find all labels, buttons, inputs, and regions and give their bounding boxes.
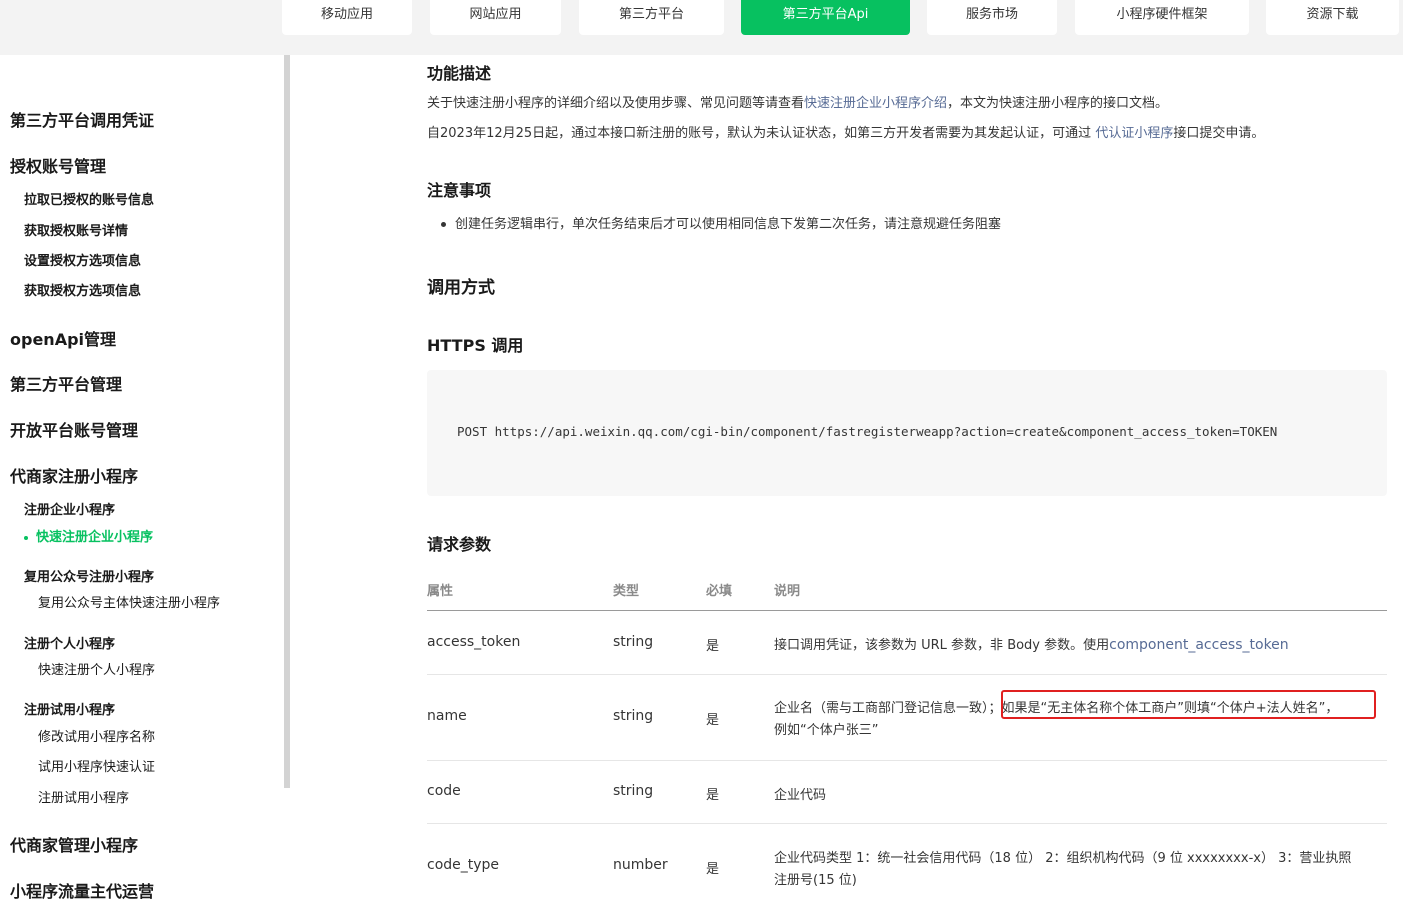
sidebar-item-credentials[interactable]: 第三方平台调用凭证 (10, 107, 154, 131)
tab-website-app[interactable]: 网站应用 (430, 0, 561, 35)
sidebar-item-modify-trial-name[interactable]: 修改试用小程序名称 (38, 726, 155, 745)
sidebar-item-reuse-subject-fast-register[interactable]: 复用公众号主体快速注册小程序 (38, 592, 220, 611)
table-cell-desc: 企业代码 (774, 788, 827, 803)
table-cell-type: string (613, 783, 654, 799)
tab-third-party-platform-api[interactable]: 第三方平台Api (741, 0, 910, 35)
sidebar-item-reuse-official-account[interactable]: 复用公众号注册小程序 (24, 566, 154, 585)
table-header-divider (427, 610, 1387, 611)
table-header-attr: 属性 (427, 584, 454, 599)
table-cell-type: string (613, 708, 654, 724)
table-cell-name: access_token (427, 634, 521, 650)
sidebar-item-traffic-ops[interactable]: 小程序流量主代运营 (10, 878, 154, 902)
table-cell-type: number (613, 857, 668, 873)
table-cell-name: name (427, 708, 467, 724)
sidebar-item-register-personal[interactable]: 注册个人小程序 (24, 633, 115, 652)
description-paragraph-2: 自2023年12月25日起，通过本接口新注册的账号，默认为未认证状态，如第三方开… (427, 122, 1264, 141)
sidebar-item-register-enterprise[interactable]: 注册企业小程序 (24, 499, 115, 518)
sidebar-item-pull-authorized[interactable]: 拉取已授权的账号信息 (24, 189, 154, 208)
sidebar-item-manage-for-merchant[interactable]: 代商家管理小程序 (10, 832, 138, 856)
table-header-type: 类型 (613, 584, 640, 599)
sidebar-item-auth-account-mgmt[interactable]: 授权账号管理 (10, 153, 106, 177)
active-dot-icon (24, 535, 28, 540)
link-component-access-token[interactable]: component_access_token (1109, 637, 1289, 653)
table-cell-name: code_type (427, 857, 500, 873)
text: 接口提交申请。 (1173, 126, 1265, 141)
tab-service-market[interactable]: 服务市场 (927, 0, 1057, 35)
sidebar-item-get-auth-detail[interactable]: 获取授权账号详情 (24, 220, 128, 239)
table-row-divider (427, 760, 1387, 761)
table-cell-required: 是 (706, 713, 720, 728)
description-paragraph-1: 关于快速注册小程序的详细介绍以及使用步骤、常见问题等请查看快速注册企业小程序介绍… (427, 92, 1168, 111)
section-title-https: HTTPS 调用 (427, 336, 524, 355)
table-cell-required: 是 (706, 862, 720, 877)
sidebar-item-register-for-merchant[interactable]: 代商家注册小程序 (10, 463, 138, 487)
table-header-desc: 说明 (774, 584, 801, 599)
highlight-annotation-box (1001, 690, 1376, 719)
table-cell-required: 是 (706, 639, 720, 654)
section-title-params: 请求参数 (427, 535, 492, 554)
sidebar-item-open-account-mgmt[interactable]: 开放平台账号管理 (10, 417, 138, 441)
sidebar-item-get-auth-option[interactable]: 获取授权方选项信息 (24, 280, 141, 299)
sidebar-item-platform-mgmt[interactable]: 第三方平台管理 (10, 371, 122, 395)
sidebar-item-fast-register-enterprise[interactable]: 快速注册企业小程序 (24, 526, 153, 545)
sidebar-scrollbar[interactable] (284, 55, 290, 788)
note-text: 创建任务逻辑串行，单次任务结束后才可以使用相同信息下发第二次任务，请注意规避任务… (455, 217, 1002, 232)
table-cell-name: code (427, 783, 461, 799)
sidebar-item-register-trial-sub[interactable]: 注册试用小程序 (38, 787, 129, 806)
link-proxy-verify[interactable]: 代认证小程序 (1095, 126, 1173, 141)
bullet-icon (441, 222, 446, 227)
tab-miniprogram-hardware[interactable]: 小程序硬件框架 (1075, 0, 1249, 35)
section-title-description: 功能描述 (427, 64, 492, 83)
sidebar-item-openapi-mgmt[interactable]: openApi管理 (10, 326, 116, 350)
sidebar-item-set-auth-option[interactable]: 设置授权方选项信息 (24, 250, 141, 269)
sidebar-item-fast-register-personal[interactable]: 快速注册个人小程序 (38, 659, 155, 678)
table-cell-desc: 企业代码类型 1：统一社会信用代码（18 位） 2：组织机构代码（9 位 xxx… (774, 851, 1352, 866)
tab-mobile-app[interactable]: 移动应用 (282, 0, 412, 35)
text: 自2023年12月25日起，通过本接口新注册的账号，默认为未认证状态，如第三方开… (427, 126, 1096, 141)
section-title-call-method: 调用方式 (427, 278, 495, 298)
table-cell-desc: 接口调用凭证，该参数为 URL 参数，非 Body 参数。使用component… (774, 634, 1289, 653)
sidebar-item-trial-fast-verify[interactable]: 试用小程序快速认证 (38, 756, 155, 775)
table-cell-required: 是 (706, 788, 720, 803)
table-row-divider (427, 823, 1387, 824)
link-fast-register-intro[interactable]: 快速注册企业小程序介绍 (804, 96, 947, 111)
code-text[interactable]: POST https://api.weixin.qq.com/cgi-bin/c… (457, 424, 1277, 439)
sidebar-item-label: 快速注册企业小程序 (36, 530, 154, 545)
sidebar-item-register-trial[interactable]: 注册试用小程序 (24, 699, 115, 718)
tab-third-party-platform[interactable]: 第三方平台 (579, 0, 724, 35)
notes-list-item: 创建任务逻辑串行，单次任务结束后才可以使用相同信息下发第二次任务，请注意规避任务… (441, 213, 1001, 232)
section-title-notes: 注意事项 (427, 181, 492, 200)
top-navigation: 移动应用 网站应用 第三方平台 第三方平台Api 服务市场 小程序硬件框架 资源… (0, 0, 1403, 55)
table-cell-type: string (613, 634, 654, 650)
text: 关于快速注册小程序的详细介绍以及使用步骤、常见问题等请查看 (427, 96, 805, 111)
tab-resource-download[interactable]: 资源下载 (1266, 0, 1399, 35)
text: 接口调用凭证，该参数为 URL 参数，非 Body 参数。使用 (774, 638, 1110, 653)
table-cell-desc-line2: 例如“个体户张三” (774, 723, 879, 738)
text: ，本文为快速注册小程序的接口文档。 (947, 96, 1169, 111)
table-cell-desc-line2: 注册号(15 位) (774, 873, 857, 888)
table-header-required: 必填 (706, 584, 733, 599)
table-row-divider (427, 674, 1387, 675)
